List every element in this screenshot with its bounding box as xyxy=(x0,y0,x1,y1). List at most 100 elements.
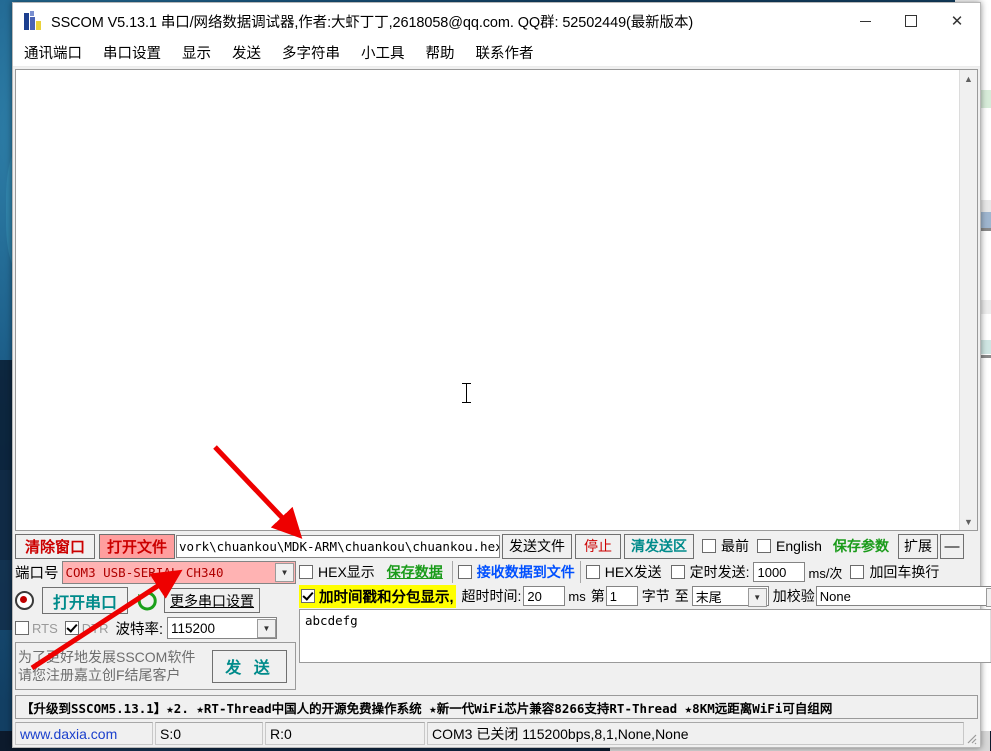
timed-send-label: 定时发送: xyxy=(689,564,750,580)
topmost-checkbox-group[interactable]: 最前 xyxy=(702,536,749,556)
english-checkbox[interactable] xyxy=(757,539,772,553)
timestamp-checkbox[interactable] xyxy=(301,589,315,603)
checksum-label: 加校验 xyxy=(772,588,815,604)
title-bar: SSCOM V5.13.1 串口/网络数据调试器,作者:大虾丁丁,2618058… xyxy=(13,3,980,39)
hex-display-label: HEX显示 xyxy=(318,564,375,580)
minimize-icon xyxy=(859,20,871,22)
collapse-button[interactable]: — xyxy=(939,533,964,559)
status-connection-info: COM3 已关闭 115200bps,8,1,None,None xyxy=(427,722,964,745)
port-select[interactable]: COM3 USB-SERIAL CH340 ▼ xyxy=(61,561,296,584)
open-port-button[interactable]: 打开串口 xyxy=(42,587,129,614)
recv-to-file-checkbox[interactable] xyxy=(457,565,472,579)
timeout-unit-label: ms xyxy=(568,588,586,604)
timed-interval-input[interactable]: 1000 xyxy=(753,562,806,582)
more-serial-settings-button[interactable]: 更多串口设置 xyxy=(164,588,261,613)
expand-button[interactable]: 扩展 xyxy=(897,533,938,559)
stop-button[interactable]: 停止 xyxy=(575,533,622,559)
port-row: 端口号 COM3 USB-SERIAL CH340 ▼ xyxy=(15,561,296,584)
baud-row: RTS DTR 波特率: 115200 ▼ xyxy=(15,617,296,639)
open-file-button[interactable]: 打开文件 xyxy=(99,533,176,559)
menu-item-multistring[interactable]: 多字符串 xyxy=(281,40,341,65)
menu-bar: 通讯端口 串口设置 显示 发送 多字符串 小工具 帮助 联系作者 xyxy=(13,39,980,67)
send-text-content[interactable]: abcdefg xyxy=(300,610,990,662)
status-website[interactable]: www.daxia.com xyxy=(15,722,153,745)
hex-display-checkbox[interactable] xyxy=(299,565,313,579)
save-data-button[interactable]: 保存数据 xyxy=(383,562,447,582)
range-end-select[interactable]: 末尾 ▼ xyxy=(691,586,769,607)
receive-scrollbar[interactable]: ▲ ▼ xyxy=(959,70,977,530)
dtr-label: DTR xyxy=(81,620,109,636)
chevron-down-icon[interactable]: ▼ xyxy=(275,563,294,582)
settings-area: 端口号 COM3 USB-SERIAL CH340 ▼ 打开串口 更多串口设置 … xyxy=(13,559,991,692)
open-port-row: 打开串口 更多串口设置 xyxy=(15,587,296,614)
status-sent-count: S:0 xyxy=(155,722,263,745)
clear-send-area-button[interactable]: 清发送区 xyxy=(624,533,695,559)
sscom-logo-icon xyxy=(23,11,43,31)
send-file-button[interactable]: 发送文件 xyxy=(502,533,573,559)
receive-area[interactable]: ▲ ▼ xyxy=(15,69,978,531)
baud-select[interactable]: 115200 ▼ xyxy=(167,617,278,639)
promo-text: 为了更好地发展SSCOM软件 请您注册嘉立创F结尾客户 xyxy=(16,648,208,684)
chevron-down-icon[interactable]: ▼ xyxy=(747,588,767,607)
baud-label: 波特率: xyxy=(115,621,164,638)
checksum-select[interactable]: None ▼ xyxy=(815,586,991,607)
save-params-button[interactable]: 保存参数 xyxy=(828,535,894,558)
menu-item-comm-port[interactable]: 通讯端口 xyxy=(23,40,83,65)
checksum-value: None xyxy=(819,588,851,604)
menu-item-help[interactable]: 帮助 xyxy=(425,40,456,65)
send-text-area[interactable]: abcdefg ▲ ▼ xyxy=(299,609,991,663)
close-icon: ✕ xyxy=(950,12,964,30)
byte-prefix-label: 第 xyxy=(590,588,605,604)
dtr-checkbox-group[interactable]: DTR xyxy=(64,620,109,636)
menu-item-display[interactable]: 显示 xyxy=(181,40,212,65)
hex-send-checkbox[interactable] xyxy=(585,565,600,579)
chevron-down-icon[interactable]: ▼ xyxy=(985,588,991,607)
receive-text[interactable] xyxy=(16,70,959,530)
resize-grip[interactable] xyxy=(964,722,978,745)
range-end-value: 末尾 xyxy=(695,589,722,605)
maximize-icon xyxy=(905,15,917,27)
timed-unit-label: ms/次 xyxy=(808,565,843,581)
menu-item-send[interactable]: 发送 xyxy=(231,40,262,65)
timestamp-checkbox-group[interactable]: 加时间戳和分包显示, xyxy=(299,584,456,608)
status-received-count: R:0 xyxy=(265,722,425,745)
baud-value: 115200 xyxy=(171,620,216,636)
hex-send-label: HEX发送 xyxy=(604,564,662,580)
dtr-checkbox[interactable] xyxy=(64,621,79,635)
english-checkbox-group[interactable]: English xyxy=(757,538,822,554)
rts-checkbox[interactable] xyxy=(15,621,29,635)
promo-line-1: 为了更好地发展SSCOM软件 xyxy=(18,649,196,665)
sscom-window: SSCOM V5.13.1 串口/网络数据调试器,作者:大虾丁丁,2618058… xyxy=(12,2,991,748)
promo-box: 为了更好地发展SSCOM软件 请您注册嘉立创F结尾客户 发 送 xyxy=(15,642,296,690)
chevron-down-icon[interactable]: ▼ xyxy=(257,618,277,638)
send-button[interactable]: 发 送 xyxy=(212,649,287,683)
port-status-indicator xyxy=(15,591,34,610)
crlf-label: 加回车换行 xyxy=(869,564,940,580)
menu-item-serial-settings[interactable]: 串口设置 xyxy=(102,40,162,65)
rts-label: RTS xyxy=(32,620,58,636)
toolbar-row: 清除窗口 打开文件 vork\chuankou\MDK-ARM\chuankou… xyxy=(13,531,980,559)
file-path-input[interactable]: vork\chuankou\MDK-ARM\chuankou\chuankou.… xyxy=(176,534,501,558)
menu-item-tools[interactable]: 小工具 xyxy=(360,40,406,65)
menu-item-contact[interactable]: 联系作者 xyxy=(475,40,535,65)
scroll-up-icon[interactable]: ▲ xyxy=(960,70,977,87)
byte-index-input[interactable]: 1 xyxy=(605,586,638,606)
clear-window-button[interactable]: 清除窗口 xyxy=(15,533,96,559)
topmost-label: 最前 xyxy=(721,538,750,554)
scroll-down-icon[interactable]: ▼ xyxy=(960,513,977,530)
close-button[interactable]: ✕ xyxy=(934,3,980,39)
timeout-input[interactable]: 20 xyxy=(523,586,566,606)
recv-to-file-label: 接收数据到文件 xyxy=(476,564,575,580)
promo-line-2: 请您注册嘉立创F结尾客户 xyxy=(18,667,181,683)
divider xyxy=(451,561,453,583)
minimize-button[interactable] xyxy=(842,3,888,39)
timed-send-checkbox[interactable] xyxy=(670,565,685,579)
rts-checkbox-group[interactable]: RTS xyxy=(15,621,58,636)
crlf-checkbox[interactable] xyxy=(850,565,865,579)
timeout-label: 超时时间: xyxy=(461,588,522,604)
text-cursor xyxy=(462,383,471,403)
topmost-checkbox[interactable] xyxy=(702,539,717,553)
maximize-button[interactable] xyxy=(888,3,934,39)
refresh-icon[interactable] xyxy=(136,590,158,612)
promo-banner[interactable]: 【升级到SSCOM5.13.1】★2. ★RT-Thread中国人的开源免费操作… xyxy=(15,695,978,719)
